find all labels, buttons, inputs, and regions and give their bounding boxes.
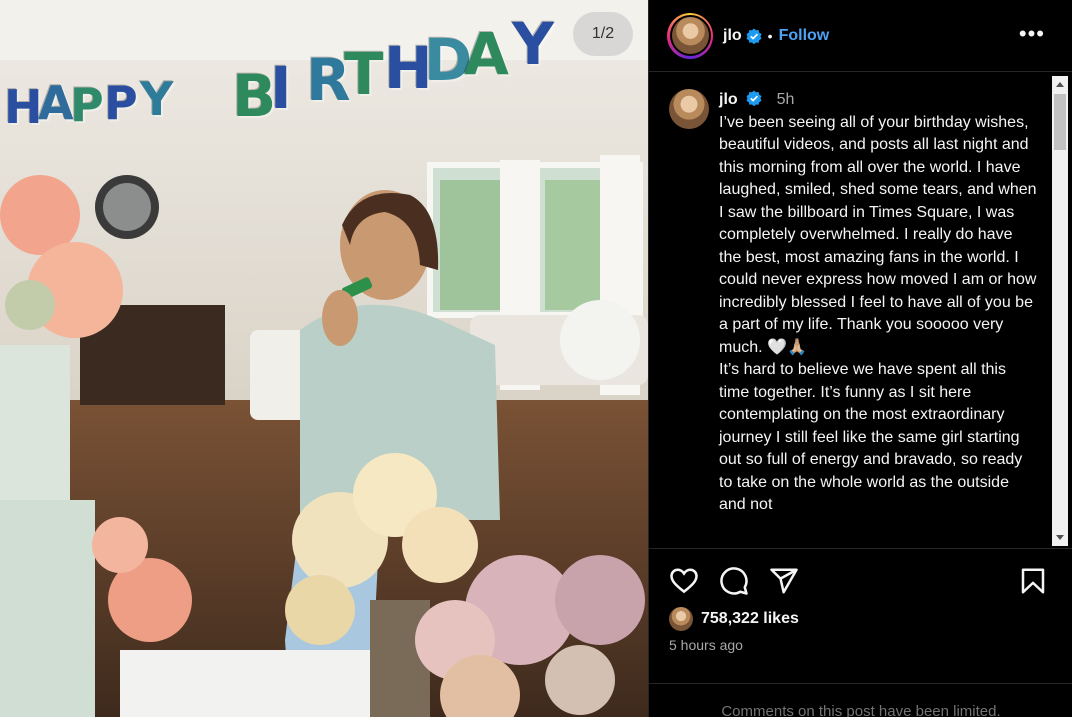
follow-button[interactable]: Follow (779, 27, 830, 45)
caption-time[interactable]: 5h (777, 91, 795, 108)
balloon-letter: T (344, 40, 384, 108)
avatar[interactable] (671, 17, 709, 54)
balloon-letter: Y (512, 10, 554, 78)
bookmark-icon[interactable] (1018, 566, 1048, 596)
caption-area[interactable]: jlo 5h I’ve been seeing all of your birt… (649, 73, 1072, 548)
story-ring[interactable] (667, 12, 713, 59)
post-timestamp[interactable]: 5 hours ago (669, 637, 743, 653)
more-icon[interactable]: ••• (1019, 23, 1045, 45)
balloon-letter: H (4, 80, 43, 134)
verified-icon (746, 90, 762, 106)
scroll-down-icon[interactable] (1056, 535, 1064, 540)
comment-icon[interactable] (719, 566, 749, 596)
likes-count[interactable]: 758,322 likes (701, 610, 799, 628)
balloon-letter: Y (140, 72, 174, 126)
scroll-up-icon[interactable] (1056, 82, 1064, 87)
verified-icon (746, 28, 762, 44)
heart-icon[interactable] (669, 566, 699, 596)
share-icon[interactable] (769, 566, 799, 596)
caption-text: jlo 5h I’ve been seeing all of your birt… (719, 89, 1037, 517)
balloon-letter: P (104, 76, 138, 130)
scroll-thumb[interactable] (1054, 94, 1066, 150)
caption-username[interactable]: jlo (719, 91, 738, 108)
post-sidebar: jlo • Follow ••• jlo 5h I’ve been seeing… (648, 0, 1072, 717)
separator-dot: • (767, 27, 773, 44)
balloon-letter: I (270, 54, 292, 122)
caption-paragraph: I’ve been seeing all of your birthday wi… (719, 113, 1041, 356)
balloon-letter: A (38, 76, 74, 130)
balloon-letter: P (70, 78, 104, 132)
post-actions: 758,322 likes 5 hours ago (649, 548, 1072, 684)
caption-paragraph: It’s hard to believe we have spent all t… (719, 361, 1027, 513)
comments-limited-notice: Comments on this post have been limited. (721, 703, 1001, 717)
username[interactable]: jlo (723, 27, 742, 45)
liker-avatar[interactable] (669, 607, 693, 631)
likes-row: 758,322 likes (669, 607, 799, 631)
post-header: jlo • Follow ••• (649, 0, 1072, 72)
post-photo[interactable]: HAPPYBIRTHDAY 1/2 (0, 0, 648, 717)
balloon-letter: A (464, 20, 509, 88)
slide-counter: 1/2 (573, 12, 633, 56)
caption-scrollbar[interactable] (1052, 76, 1068, 546)
caption-avatar[interactable] (669, 89, 709, 129)
